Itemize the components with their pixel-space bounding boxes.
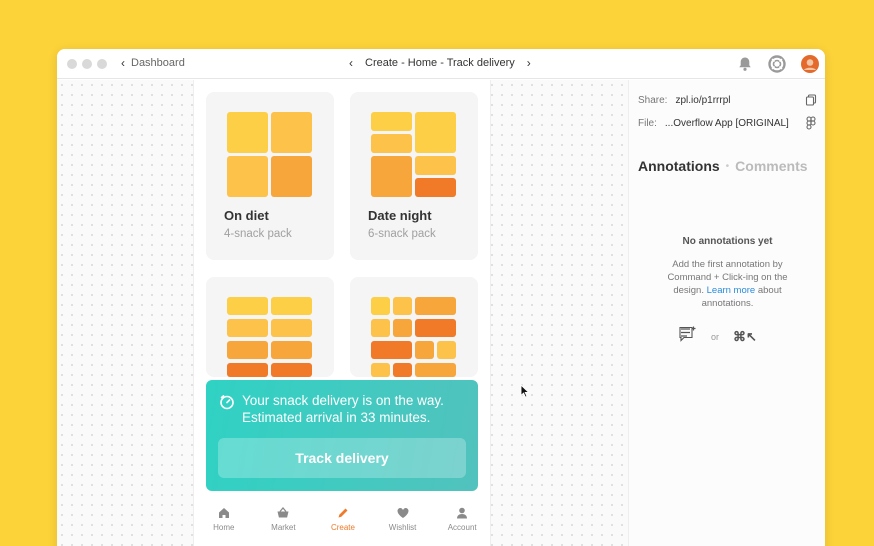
- card-subtitle: 4-snack pack: [224, 228, 292, 240]
- timer-icon: [219, 394, 235, 415]
- previous-screen-icon[interactable]: ‹: [349, 56, 353, 70]
- tab-separator: •: [725, 160, 730, 172]
- tab-market[interactable]: Market: [254, 506, 314, 546]
- snack-pack-card[interactable]: Date night 6-snack pack: [350, 92, 478, 260]
- pencil-icon: [338, 508, 348, 518]
- tab-create[interactable]: Create: [313, 506, 373, 546]
- annotations-panel: Share: zpl.io/p1rrrpl File: ...Overflow …: [628, 80, 825, 546]
- tab-comments[interactable]: Comments: [735, 158, 807, 174]
- bottom-tab-bar: Home Market Create Wishlist Account: [194, 506, 490, 546]
- tab-annotations[interactable]: Annotations: [638, 158, 720, 174]
- lifebuoy-icon[interactable]: [767, 54, 787, 74]
- screen-navigator: ‹ Create - Home - Track delivery ›: [349, 56, 531, 70]
- mouse-pointer-icon: [520, 383, 530, 403]
- breadcrumb-label: Dashboard: [131, 57, 185, 69]
- file-row: File: ...Overflow App [ORIGINAL]: [638, 118, 789, 129]
- user-avatar[interactable]: [800, 54, 820, 74]
- delivery-message: Your snack delivery is on the way. Estim…: [242, 393, 444, 425]
- tab-label: Account: [447, 523, 477, 532]
- track-delivery-button[interactable]: Track delivery: [218, 438, 466, 478]
- file-label: File:: [638, 118, 657, 129]
- command-click-shortcut: ⌘↖: [733, 328, 757, 344]
- heart-icon: [397, 508, 409, 518]
- card-title: On diet: [224, 208, 269, 223]
- tab-home[interactable]: Home: [194, 506, 254, 546]
- figma-icon[interactable]: [805, 116, 817, 135]
- snack-pack-card[interactable]: [206, 277, 334, 377]
- share-row: Share: zpl.io/p1rrrpl: [638, 95, 731, 106]
- panel-tabs: Annotations • Comments: [638, 158, 808, 174]
- card-subtitle: 6-snack pack: [368, 228, 436, 240]
- bell-icon[interactable]: [735, 54, 755, 74]
- tab-label: Market: [271, 523, 296, 532]
- share-label: Share:: [638, 95, 668, 106]
- snack-pack-card[interactable]: On diet 4-snack pack: [206, 92, 334, 260]
- tab-label: Wishlist: [388, 523, 417, 532]
- empty-state-description: Add the first annotation by Command + Cl…: [655, 258, 800, 310]
- snack-pack-card[interactable]: [350, 277, 478, 377]
- learn-more-link[interactable]: Learn more: [707, 285, 756, 296]
- home-icon: [218, 508, 229, 518]
- app-window: ‹ Dashboard ‹ Create - Home - Track deli…: [57, 49, 825, 546]
- or-label: or: [711, 331, 720, 342]
- titlebar: ‹ Dashboard ‹ Create - Home - Track deli…: [57, 49, 825, 79]
- person-icon: [457, 507, 468, 519]
- minimize-window-button[interactable]: [82, 59, 92, 69]
- zoom-window-button[interactable]: [97, 59, 107, 69]
- share-link[interactable]: zpl.io/p1rrrpl: [675, 95, 730, 106]
- tab-label: Create: [330, 523, 355, 532]
- card-title: Date night: [368, 208, 432, 223]
- phone-screen: On diet 4-snack pack Date night 6-snack …: [193, 80, 491, 546]
- tab-wishlist[interactable]: Wishlist: [373, 506, 433, 546]
- chevron-left-icon: ‹: [121, 56, 125, 70]
- delivery-banner: Your snack delivery is on the way. Estim…: [206, 380, 478, 491]
- close-window-button[interactable]: [67, 59, 77, 69]
- screen-title: Create - Home - Track delivery: [365, 57, 515, 69]
- empty-state-title: No annotations yet: [682, 236, 773, 247]
- breadcrumb[interactable]: ‹ Dashboard: [121, 56, 185, 70]
- basket-icon: [277, 507, 289, 518]
- copy-icon[interactable]: [805, 93, 817, 111]
- next-screen-icon[interactable]: ›: [527, 56, 531, 70]
- tab-label: Home: [213, 523, 235, 532]
- file-name[interactable]: ...Overflow App [ORIGINAL]: [665, 118, 789, 129]
- tab-account[interactable]: Account: [432, 506, 490, 546]
- add-annotation-icon[interactable]: [679, 326, 697, 347]
- annotation-shortcuts: or ⌘↖: [679, 326, 757, 347]
